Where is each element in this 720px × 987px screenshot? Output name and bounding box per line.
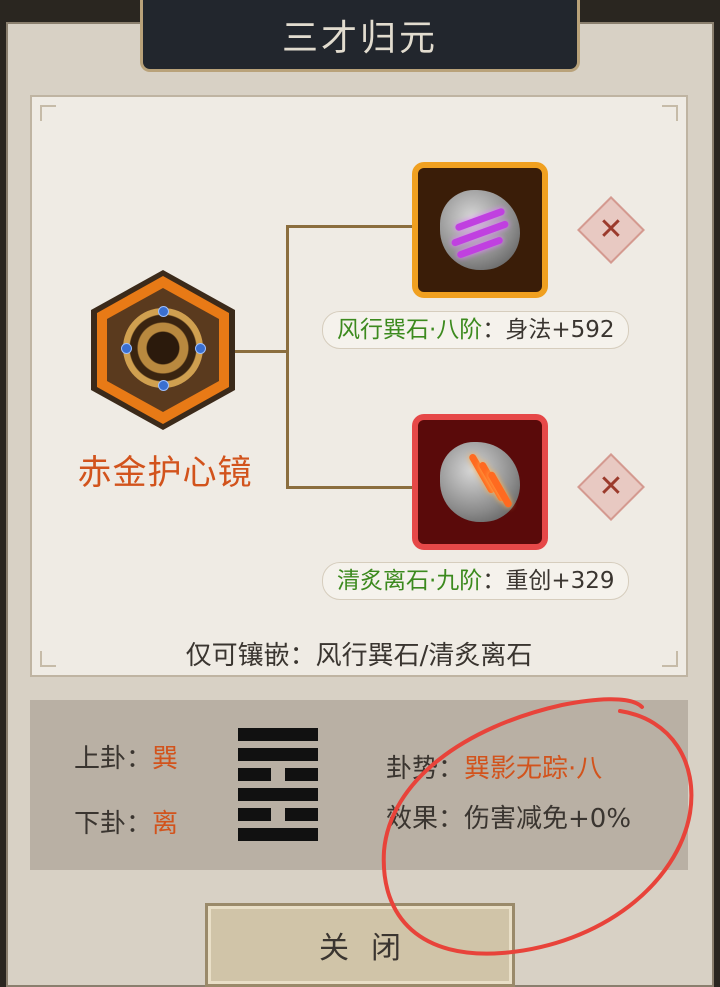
socket-hint: 仅可镶嵌：风行巽石/清炙离石	[185, 641, 533, 671]
purple-stone-icon	[440, 190, 520, 270]
close-button-label: 关闭	[319, 931, 423, 966]
mirror-icon	[121, 306, 206, 391]
stone-stat: 重创+329	[505, 568, 615, 594]
connector-line	[286, 486, 414, 489]
stone-label-bottom: 清炙离石·九阶：重创+329	[322, 562, 630, 600]
remove-icon: ✕	[598, 212, 624, 247]
connector-line	[286, 225, 289, 489]
corner-ornament	[662, 105, 678, 121]
upper-gua: 上卦：巽	[74, 744, 179, 774]
title-plate: 三才归元	[140, 0, 580, 72]
window-title: 三才归元	[281, 17, 438, 59]
stone-name: 风行巽石·八阶	[337, 317, 483, 343]
stone-separator: ：	[482, 317, 506, 343]
equipment-name: 赤金护心镜	[77, 453, 253, 493]
remove-icon: ✕	[598, 469, 624, 504]
connector-line	[286, 225, 414, 228]
connector-line	[230, 350, 288, 353]
close-button[interactable]: 关闭	[205, 903, 515, 987]
red-stone-icon	[440, 442, 520, 522]
stone-slot-top[interactable]	[412, 162, 548, 298]
gua-effect-value: 伤害减免+0%	[464, 804, 632, 834]
stone-name: 清炙离石·九阶	[337, 568, 483, 594]
stone-stat: 身法+592	[505, 317, 615, 343]
gua-info-panel	[30, 700, 688, 870]
gua-trend: 卦势：巽影无踪·八	[386, 754, 603, 784]
corner-ornament	[40, 105, 56, 121]
lower-gua: 下卦：离	[74, 809, 179, 839]
lower-gua-value: 离	[152, 809, 179, 839]
upper-gua-value: 巽	[152, 744, 179, 774]
equipment-slot[interactable]	[91, 270, 235, 430]
gua-trend-value: 巽影无踪·八	[464, 754, 603, 784]
stone-separator: ：	[482, 568, 506, 594]
stone-slot-bottom[interactable]	[412, 414, 548, 550]
gua-effect: 效果：伤害减免+0%	[386, 804, 632, 834]
stone-label-top: 风行巽石·八阶：身法+592	[322, 311, 630, 349]
